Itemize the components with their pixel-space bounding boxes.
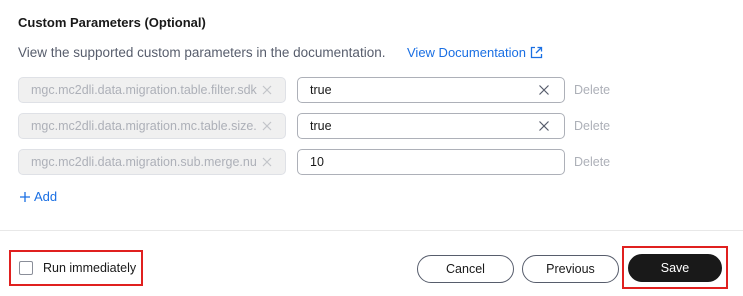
param-value-input[interactable]: 10 — [297, 149, 565, 175]
cancel-button[interactable]: Cancel — [417, 255, 514, 283]
save-button-highlight: Save — [622, 246, 728, 289]
param-key-value: mgc.mc2dli.data.migration.table.filter.s… — [31, 83, 257, 97]
add-label: Add — [34, 189, 58, 204]
clear-icon — [262, 157, 272, 167]
param-row: mgc.mc2dli.data.migration.sub.merge.num … — [18, 149, 618, 177]
param-value-input[interactable]: true — [297, 113, 565, 139]
previous-button[interactable]: Previous — [522, 255, 619, 283]
param-row: mgc.mc2dli.data.migration.table.filter.s… — [18, 77, 618, 105]
param-value-text: true — [310, 83, 332, 97]
cancel-label: Cancel — [446, 262, 485, 276]
param-key-value: mgc.mc2dli.data.migration.sub.merge.num — [31, 155, 257, 169]
param-value-text: 10 — [310, 155, 324, 169]
plus-icon — [20, 191, 30, 202]
run-immediately-label: Run immediately — [43, 261, 137, 275]
footer-divider — [0, 230, 743, 231]
section-description: View the supported custom parameters in … — [18, 45, 386, 60]
save-button[interactable]: Save — [628, 254, 722, 282]
param-key-field: mgc.mc2dli.data.migration.mc.table.size.… — [18, 113, 286, 139]
param-key-field: mgc.mc2dli.data.migration.table.filter.s… — [18, 77, 286, 103]
previous-label: Previous — [546, 262, 595, 276]
run-immediately-checkbox[interactable] — [19, 261, 33, 275]
save-label: Save — [660, 261, 690, 275]
view-documentation-link[interactable]: View Documentation — [407, 45, 543, 60]
delete-button[interactable]: Delete — [574, 83, 610, 97]
clear-icon[interactable] — [538, 120, 550, 132]
section-title: Custom Parameters (Optional) — [18, 15, 206, 30]
delete-button[interactable]: Delete — [574, 155, 610, 169]
param-value-input[interactable]: true — [297, 77, 565, 103]
view-documentation-label: View Documentation — [407, 45, 526, 60]
param-value-text: true — [310, 119, 332, 133]
param-row: mgc.mc2dli.data.migration.mc.table.size.… — [18, 113, 618, 141]
param-key-field: mgc.mc2dli.data.migration.sub.merge.num — [18, 149, 286, 175]
external-link-icon — [530, 46, 543, 59]
clear-icon[interactable] — [538, 84, 550, 96]
param-key-value: mgc.mc2dli.data.migration.mc.table.size.… — [31, 119, 257, 133]
run-immediately-option[interactable]: Run immediately — [9, 250, 143, 286]
add-parameter-button[interactable]: Add — [19, 189, 57, 204]
delete-button[interactable]: Delete — [574, 119, 610, 133]
clear-icon — [262, 121, 272, 131]
clear-icon — [262, 85, 272, 95]
